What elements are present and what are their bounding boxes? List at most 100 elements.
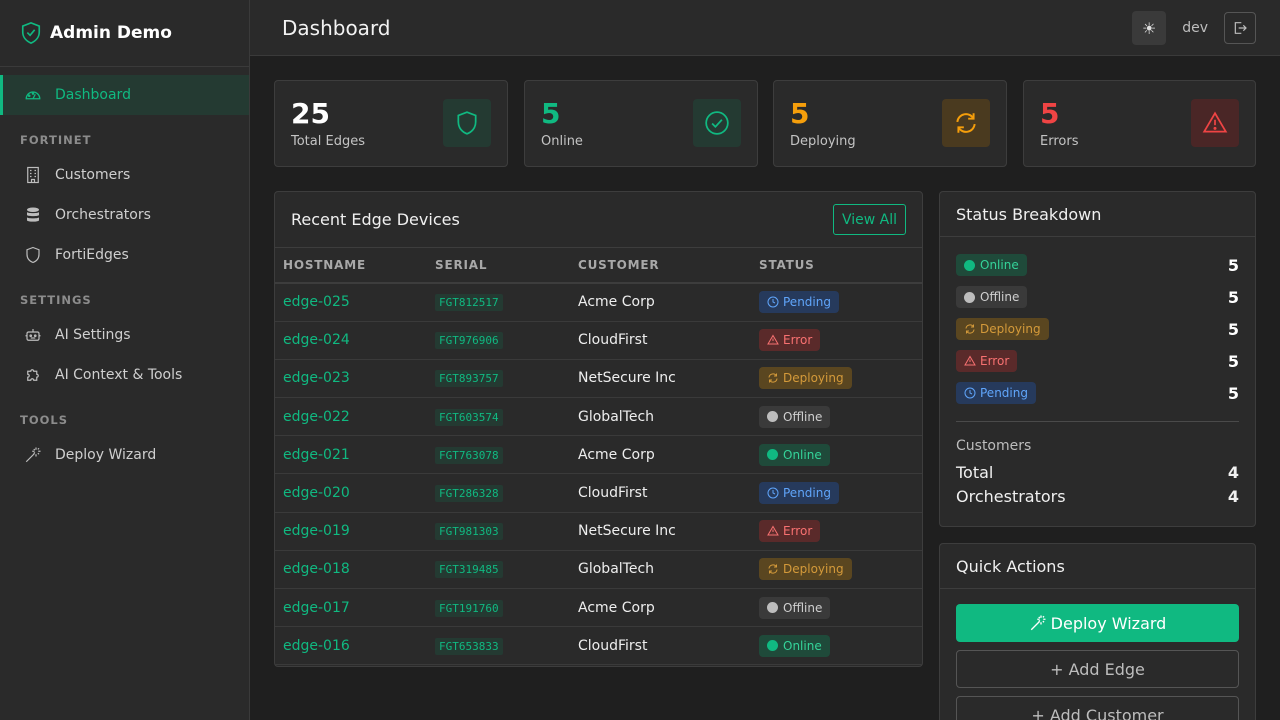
status-cell: Deploying: [751, 550, 922, 590]
status-breakdown-panel: Status Breakdown Online 5 Offline 5 Deployin…: [939, 191, 1256, 527]
status-cell: Pending: [751, 283, 922, 322]
status-text: Pending: [980, 386, 1028, 400]
view-all-button[interactable]: View All: [832, 204, 906, 235]
warning-icon: [767, 525, 779, 536]
table-row[interactable]: edge-021 FGT763078 Acme Corp Online: [275, 435, 922, 475]
sidebar-item-ai-context[interactable]: AI Context & Tools: [0, 355, 249, 395]
recent-devices-panel: Recent Edge Devices View All HOSTNAME SE…: [274, 191, 923, 667]
column-header-customer[interactable]: CUSTOMER: [570, 248, 751, 284]
sidebar: Admin Demo Dashboard FORTINET Customers …: [0, 0, 250, 720]
customer-cell: GlobalTech: [570, 397, 751, 437]
serial-code: FGT981303: [435, 523, 503, 541]
status-badge: Offline: [956, 286, 1028, 308]
stat-value: 5: [541, 97, 561, 130]
serial-cell: FGT653833: [427, 626, 570, 666]
customer-cell: Acme Corp: [570, 283, 751, 322]
hostname-link[interactable]: edge-017: [275, 588, 427, 628]
table-row[interactable]: edge-018 FGT319485 GlobalTech Deploying: [275, 550, 922, 590]
building-icon: [27, 166, 39, 184]
table-row[interactable]: edge-016 FGT653833 CloudFirst Online: [275, 626, 922, 666]
status-badge: Online: [956, 254, 1027, 276]
status-badge: Online: [759, 634, 830, 657]
orchestrators-value: 4: [1227, 486, 1239, 506]
serial-cell: FGT812517: [427, 283, 570, 322]
status-count: 5: [1227, 383, 1239, 403]
table-row[interactable]: edge-023 FGT893757 NetSecure Inc Deploying: [275, 359, 922, 399]
hostname-link[interactable]: edge-023: [275, 359, 427, 399]
sidebar-item-fortiedges[interactable]: FortiEdges: [0, 235, 249, 275]
column-header-serial[interactable]: SERIAL: [427, 248, 570, 284]
sidebar-item-orchestrators[interactable]: Orchestrators: [0, 195, 249, 235]
hostname-link[interactable]: edge-020: [275, 473, 427, 513]
serial-code: FGT893757: [435, 370, 503, 388]
serial-cell: FGT191760: [427, 588, 570, 628]
customer-cell: GlobalTech: [570, 550, 751, 590]
table-row[interactable]: edge-022 FGT603574 GlobalTech Offline: [275, 397, 922, 437]
stat-label: Online: [541, 134, 583, 149]
status-badge: Deploying: [759, 558, 852, 581]
status-count: 5: [1227, 287, 1239, 307]
customers-label: Customers: [956, 438, 1032, 454]
table-row[interactable]: edge-024 FGT976906 CloudFirst Error: [275, 321, 922, 360]
customer-cell: NetSecure Inc: [570, 512, 751, 551]
status-count: 5: [1227, 351, 1239, 371]
clock-icon: [767, 296, 779, 308]
table-row[interactable]: edge-020 FGT286328 CloudFirst Pending: [275, 473, 922, 513]
status-dot: [767, 640, 778, 652]
deploy-wizard-button[interactable]: Deploy Wizard: [956, 604, 1239, 642]
warning-icon: [964, 355, 976, 366]
status-breakdown-row: Error 5: [940, 345, 1255, 377]
stat-label: Deploying: [790, 134, 856, 149]
table-header-row: HOSTNAME SERIAL CUSTOMER STATUS: [275, 248, 922, 284]
serial-code: FGT653833: [435, 637, 503, 655]
stat-card-online: 5 Online: [524, 80, 758, 167]
hostname-link[interactable]: edge-021: [275, 435, 427, 475]
sidebar-item-customers[interactable]: Customers: [0, 155, 249, 195]
sidebar-item-label: Deploy Wizard: [55, 447, 157, 463]
status-text: Error: [783, 524, 813, 539]
status-count: 5: [1227, 319, 1239, 339]
add-edge-button[interactable]: + Add Edge: [956, 650, 1239, 688]
serial-code: FGT191760: [435, 599, 503, 617]
status-dot: [964, 259, 975, 271]
panel-title: Status Breakdown: [956, 204, 1102, 224]
serial-code: FGT603574: [435, 408, 503, 426]
table-row[interactable]: edge-025 FGT812517 Acme Corp Pending: [275, 283, 922, 322]
column-header-hostname[interactable]: HOSTNAME: [275, 248, 427, 284]
serial-code: FGT319485: [435, 561, 503, 579]
status-text: Pending: [783, 295, 831, 310]
status-text: Online: [783, 638, 822, 653]
hostname-link[interactable]: edge-024: [275, 321, 427, 360]
status-breakdown-row: Deploying 5: [940, 313, 1255, 345]
add-customer-button[interactable]: + Add Customer: [956, 696, 1239, 720]
hostname-link[interactable]: edge-016: [275, 626, 427, 666]
theme-toggle-button[interactable]: ☀: [1132, 11, 1167, 45]
logout-button[interactable]: [1224, 12, 1256, 44]
hostname-link[interactable]: edge-019: [275, 512, 427, 551]
section-label-fortinet: FORTINET: [20, 133, 92, 147]
customer-cell: CloudFirst: [570, 321, 751, 360]
column-header-status[interactable]: STATUS: [751, 248, 922, 284]
sidebar-item-dashboard[interactable]: Dashboard: [0, 75, 249, 115]
divider: [956, 421, 1239, 422]
sidebar-item-deploy-wizard[interactable]: Deploy Wizard: [0, 435, 249, 475]
hostname-link[interactable]: edge-022: [275, 397, 427, 437]
stat-value: 5: [790, 97, 810, 130]
table-row[interactable]: edge-017 FGT191760 Acme Corp Offline: [275, 588, 922, 628]
refresh-icon: [768, 564, 778, 574]
user-label[interactable]: dev: [1182, 20, 1208, 36]
table-row[interactable]: edge-019 FGT981303 NetSecure Inc Error: [275, 512, 922, 551]
database-icon: [27, 207, 39, 222]
status-count: 5: [1227, 255, 1239, 275]
customer-cell: CloudFirst: [570, 473, 751, 513]
total-label: Total: [956, 462, 994, 482]
hostname-link[interactable]: edge-018: [275, 550, 427, 590]
status-text: Offline: [783, 409, 823, 424]
clock-icon: [964, 387, 976, 399]
sidebar-item-ai-settings[interactable]: AI Settings: [0, 315, 249, 355]
hostname-link[interactable]: edge-025: [275, 283, 427, 322]
status-cell: Deploying: [751, 359, 922, 399]
stat-value: 25: [291, 97, 330, 130]
status-badge: Offline: [759, 405, 831, 428]
brand[interactable]: Admin Demo: [0, 0, 249, 67]
